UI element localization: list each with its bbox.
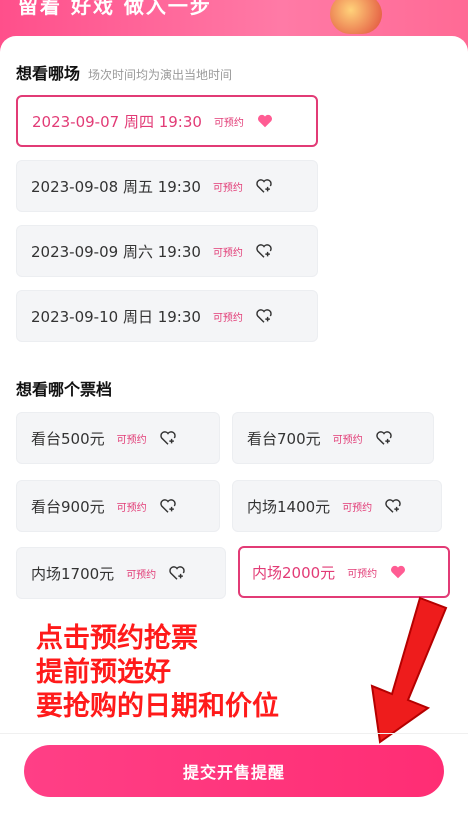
date-option-0[interactable]: 2023-09-07 周四 19:30 可预约 [16, 95, 318, 147]
heart-plus-icon [256, 179, 272, 193]
reservable-badge: 可预约 [332, 434, 363, 446]
date-option-2[interactable]: 2023-09-09 周六 19:30 可预约 [16, 225, 318, 277]
reservable-badge: 可预约 [342, 502, 373, 514]
price-option-label: 看台700元 [247, 429, 321, 448]
date-option-label: 2023-09-09 周六 19:30 [31, 242, 201, 261]
reservable-badge: 可预约 [212, 247, 243, 259]
reservable-badge: 可预约 [212, 182, 243, 194]
date-section-title: 想看哪场 [16, 64, 81, 83]
heart-plus-icon [159, 499, 176, 513]
heart-plus-icon [159, 431, 176, 445]
date-option-label: 2023-09-10 周日 19:30 [31, 307, 201, 326]
mascot-image [330, 0, 382, 34]
heart-plus-icon [169, 566, 185, 580]
reservable-badge: 可预约 [116, 434, 147, 446]
heart-plus-icon [256, 309, 272, 323]
price-option-label: 看台900元 [31, 497, 105, 516]
price-option-2[interactable]: 看台900元 可预约 [16, 480, 220, 532]
price-option-0[interactable]: 看台500元 可预约 [16, 412, 220, 464]
price-option-3[interactable]: 内场1400元 可预约 [232, 480, 442, 532]
heart-filled-icon [391, 565, 406, 579]
date-section-header: 想看哪场 场次时间均为演出当地时间 [16, 60, 232, 84]
date-option-label: 2023-09-07 周四 19:30 [32, 112, 202, 131]
heart-filled-icon [257, 114, 272, 128]
overlay-line-3: 要抢购的日期和价位 [36, 691, 279, 722]
reservable-badge: 可预约 [126, 569, 157, 581]
price-option-label: 内场1700元 [31, 564, 115, 583]
date-option-3[interactable]: 2023-09-10 周日 19:30 可预约 [16, 290, 318, 342]
heart-plus-icon [375, 431, 392, 445]
banner-text: 留着 好戏 做入一步 [18, 0, 212, 18]
price-section-title: 想看哪个票档 [16, 380, 113, 399]
price-option-1[interactable]: 看台700元 可预约 [232, 412, 434, 464]
price-option-label: 内场1400元 [247, 497, 331, 516]
overlay-line-2: 提前预选好 [36, 657, 171, 688]
reservable-badge: 可预约 [347, 568, 378, 580]
overlay-line-1: 点击预约抢票 [36, 623, 198, 654]
reservable-badge: 可预约 [212, 312, 243, 324]
price-option-label: 看台500元 [31, 429, 105, 448]
reservable-badge: 可预约 [213, 117, 244, 129]
date-option-1[interactable]: 2023-09-08 周五 19:30 可预约 [16, 160, 318, 212]
price-option-4[interactable]: 内场1700元 可预约 [16, 547, 226, 599]
reservable-badge: 可预约 [116, 502, 147, 514]
heart-plus-icon [385, 499, 401, 513]
submit-sale-reminder-button[interactable]: 提交开售提醒 [24, 745, 444, 797]
price-option-label: 内场2000元 [252, 563, 336, 582]
date-option-label: 2023-09-08 周五 19:30 [31, 177, 201, 196]
heart-plus-icon [256, 244, 272, 258]
footer-divider [0, 733, 468, 734]
red-arrow-icon [370, 596, 448, 744]
date-section-subtitle: 场次时间均为演出当地时间 [88, 68, 233, 82]
